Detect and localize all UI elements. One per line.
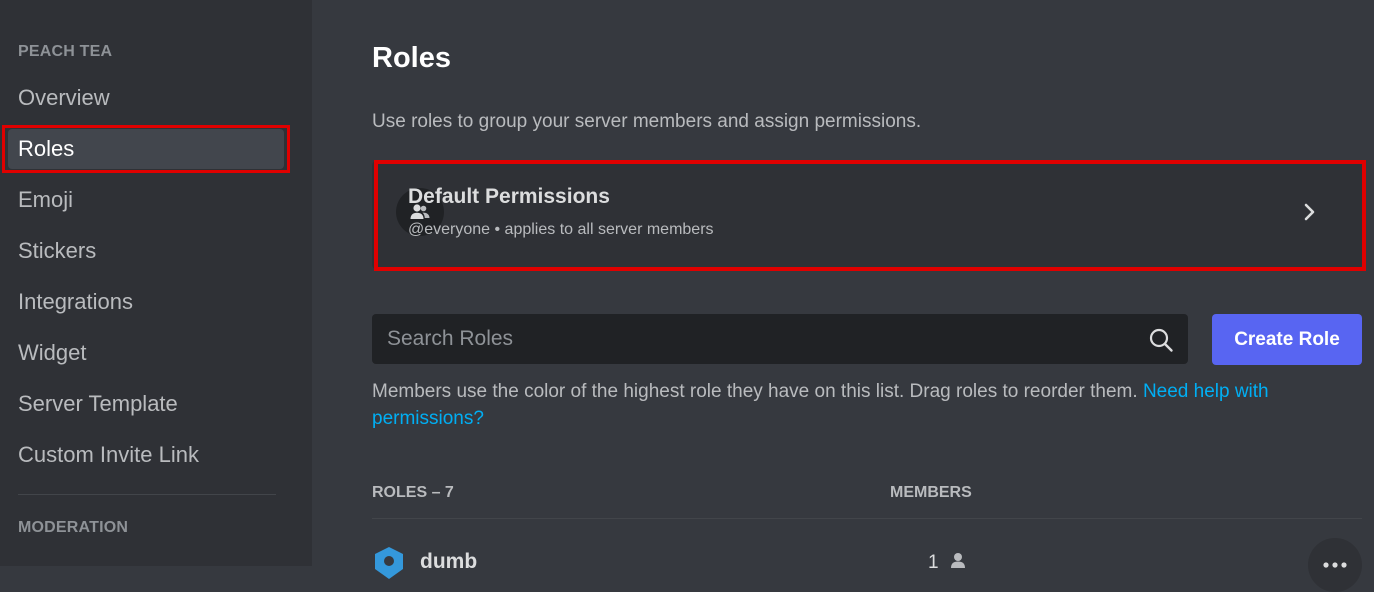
search-roles-input[interactable] — [372, 314, 1132, 364]
shield-icon — [375, 547, 403, 579]
sidebar-item-roles[interactable]: Roles — [8, 129, 284, 169]
role-member-count: 1 — [928, 552, 939, 573]
page-title: Roles — [372, 42, 451, 74]
sidebar-divider — [18, 494, 276, 495]
sidebar-item-overview[interactable]: Overview — [8, 78, 284, 118]
sidebar-item-stickers[interactable]: Stickers — [8, 231, 284, 271]
settings-sidebar: PEACH TEA Overview Roles Emoji Stickers … — [0, 0, 312, 566]
default-permissions-subtitle: @everyone • applies to all server member… — [408, 221, 714, 238]
help-text-body: Members use the color of the highest rol… — [372, 381, 1138, 402]
search-icon[interactable] — [1148, 327, 1174, 353]
members-column-header: MEMBERS — [890, 484, 972, 501]
sidebar-item-custom-invite-link[interactable]: Custom Invite Link — [8, 435, 284, 475]
list-divider — [372, 518, 1362, 519]
sidebar-item-integrations[interactable]: Integrations — [8, 282, 284, 322]
sidebar-section-title: PEACH TEA — [18, 43, 113, 60]
roles-help-text: Members use the color of the highest rol… — [372, 378, 1362, 432]
create-role-button[interactable]: Create Role — [1212, 314, 1362, 365]
role-name: dumb — [420, 550, 478, 573]
search-box — [372, 314, 1188, 364]
default-permissions-title: Default Permissions — [408, 185, 610, 208]
sidebar-item-server-template[interactable]: Server Template — [8, 384, 284, 424]
default-permissions-card[interactable] — [372, 160, 1362, 270]
page-description: Use roles to group your server members a… — [372, 111, 922, 132]
sidebar-item-widget[interactable]: Widget — [8, 333, 284, 373]
chevron-right-icon — [1304, 203, 1315, 221]
sidebar-item-emoji[interactable]: Emoji — [8, 180, 284, 220]
more-dots-icon — [1323, 562, 1347, 568]
roles-column-header: ROLES – 7 — [372, 484, 454, 501]
sidebar-section-moderation: MODERATION — [18, 519, 129, 536]
role-row[interactable]: dumb 1 — [372, 538, 1362, 592]
role-more-options-button[interactable] — [1308, 538, 1362, 592]
main-content: Roles Use roles to group your server mem… — [312, 0, 1374, 592]
